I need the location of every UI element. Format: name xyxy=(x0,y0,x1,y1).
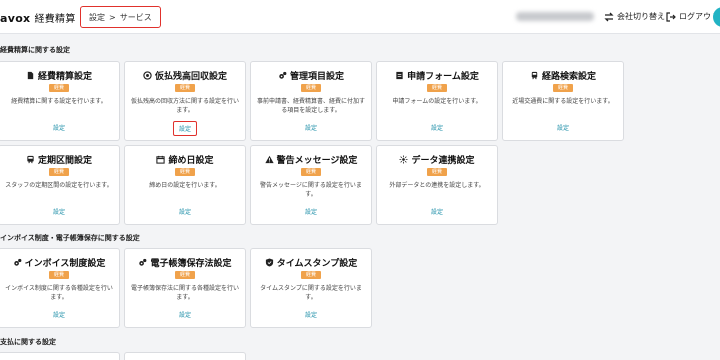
expense-badge: 経費 xyxy=(49,84,69,92)
breadcrumb-service: サービス xyxy=(119,12,152,22)
expense-badge: 経費 xyxy=(175,168,195,176)
settings-link[interactable]: 設定 xyxy=(53,207,65,216)
card-description: タイムスタンプに関する設定を行います。 xyxy=(260,285,362,301)
card-description: インボイス制度に関する各種設定を行います。 xyxy=(5,285,113,301)
settings-link[interactable]: 設定 xyxy=(431,123,443,132)
breadcrumb: 設定 > サービス xyxy=(80,6,161,28)
card-title: 管理項目設定 xyxy=(289,72,344,82)
card-advance-balance-settings: 仮払残高回収設定 経費 仮払残高の回収方法に関する設定を行います。 設定 xyxy=(124,61,246,141)
coin-icon xyxy=(143,71,152,80)
card-title: データ連携設定 xyxy=(411,156,475,166)
card-invoice-settings: インボイス制度設定 経費 インボイス制度に関する各種設定を行います。 設定 xyxy=(0,248,120,328)
app-logo[interactable]: avox 経費精算 xyxy=(0,10,76,25)
card-partial xyxy=(0,352,120,360)
card-data-integration-settings: データ連携設定 経費 外部データとの連携を設定します。 設定 xyxy=(376,145,498,225)
settings-link[interactable]: 設定 xyxy=(305,310,317,319)
card-description: 申請フォームの設定を行います。 xyxy=(392,98,482,105)
logout-button[interactable]: ログアウト xyxy=(666,11,719,22)
shield-icon xyxy=(265,258,273,267)
settings-link[interactable]: 設定 xyxy=(53,123,65,132)
pass-icon xyxy=(27,155,34,164)
card-title: 定期区間設定 xyxy=(37,156,92,166)
card-description: 締め日の設定を行います。 xyxy=(149,182,221,189)
card-title: 経路検索設定 xyxy=(541,72,596,82)
expense-badge: 経費 xyxy=(301,168,321,176)
section-title-invoice: インボイス制度・電子帳簿保存に関する設定 xyxy=(0,234,140,242)
card-partial xyxy=(124,352,246,360)
logo-text: avox xyxy=(0,12,31,25)
card-title: インボイス制度設定 xyxy=(24,259,106,269)
settings-link[interactable]: 設定 xyxy=(179,207,191,216)
top-bar: avox 経費精算 設定 > サービス 会社切り替え ログアウト xyxy=(0,0,720,34)
card-management-item-settings: 管理項目設定 経費 事前申請書、経費精算書、経費に付加する項目を設定します。 設… xyxy=(250,61,372,141)
train-icon xyxy=(531,71,538,80)
card-title: タイムスタンプ設定 xyxy=(276,259,358,269)
gears-icon xyxy=(13,258,21,266)
settings-link[interactable]: 設定 xyxy=(431,207,443,216)
gears-icon xyxy=(279,71,287,79)
expense-badge: 経費 xyxy=(49,271,69,279)
settings-link[interactable]: 設定 xyxy=(172,121,198,136)
card-description: 経費精算に関する設定を行います。 xyxy=(11,98,107,105)
settings-link[interactable]: 設定 xyxy=(305,207,317,216)
user-info-blurred xyxy=(516,12,594,21)
avatar[interactable] xyxy=(713,7,720,27)
card-closing-date-settings: 締め日設定 経費 締め日の設定を行います。 設定 xyxy=(124,145,246,225)
card-description: 外部データとの連携を設定します。 xyxy=(389,182,485,189)
card-description: スタッフの定期区間の設定を行います。 xyxy=(5,182,113,189)
switch-company-button[interactable]: 会社切り替え xyxy=(604,11,665,22)
expense-badge: 経費 xyxy=(427,168,447,176)
card-title: 警告メッセージ設定 xyxy=(276,156,358,166)
card-description: 事前申請書、経費精算書、経費に付加する項目を設定します。 xyxy=(256,98,365,114)
breadcrumb-separator: > xyxy=(109,12,116,22)
sync-icon xyxy=(399,155,409,164)
calendar-icon xyxy=(156,155,166,164)
expense-badge: 経費 xyxy=(553,84,573,92)
card-description: 電子帳簿保存法に関する各種設定を行います。 xyxy=(130,285,239,301)
card-title: 経費精算設定 xyxy=(37,72,92,82)
document-icon xyxy=(27,71,34,80)
card-route-search-settings: 経路検索設定 経費 近場交通費に関する設定を行います。 設定 xyxy=(502,61,624,141)
expense-badge: 経費 xyxy=(49,168,69,176)
switch-icon xyxy=(604,12,614,21)
expense-badge: 経費 xyxy=(175,271,195,279)
card-description: 警告メッセージに関する設定を行います。 xyxy=(260,182,362,198)
expense-badge: 経費 xyxy=(301,84,321,92)
logo-subtitle: 経費精算 xyxy=(34,14,76,25)
switch-company-label: 会社切り替え xyxy=(617,12,665,21)
breadcrumb-settings[interactable]: 設定 xyxy=(89,12,105,23)
card-application-form-settings: 申請フォーム設定 経費 申請フォームの設定を行います。 設定 xyxy=(376,61,498,141)
form-icon xyxy=(396,71,403,80)
settings-link[interactable]: 設定 xyxy=(53,310,65,319)
card-warning-message-settings: 警告メッセージ設定 経費 警告メッセージに関する設定を行います。 設定 xyxy=(250,145,372,225)
card-description: 仮払残高の回収方法に関する設定を行います。 xyxy=(130,98,239,114)
expense-badge: 経費 xyxy=(427,84,447,92)
card-title: 申請フォーム設定 xyxy=(407,72,479,82)
card-description: 近場交通費に関する設定を行います。 xyxy=(512,98,614,105)
card-title: 電子帳簿保存法設定 xyxy=(150,259,232,269)
settings-link[interactable]: 設定 xyxy=(305,123,317,132)
card-timestamp-settings: タイムスタンプ設定 経費 タイムスタンプに関する設定を行います。 設定 xyxy=(250,248,372,328)
expense-badge: 経費 xyxy=(301,271,321,279)
section-title-payment: 支払に関する設定 xyxy=(0,338,56,346)
section-title-expense: 経費精算に関する設定 xyxy=(0,46,70,54)
gears-icon xyxy=(139,258,147,266)
expense-badge: 経費 xyxy=(175,84,195,92)
card-commuter-pass-settings: 定期区間設定 経費 スタッフの定期区間の設定を行います。 設定 xyxy=(0,145,120,225)
settings-link[interactable]: 設定 xyxy=(557,123,569,132)
warning-icon xyxy=(264,155,274,164)
card-expense-settings: 経費精算設定 経費 経費精算に関する設定を行います。 設定 xyxy=(0,61,120,141)
settings-link[interactable]: 設定 xyxy=(179,310,191,319)
card-title: 仮払残高回収設定 xyxy=(154,72,227,82)
logout-icon xyxy=(666,11,676,22)
card-e-book-retention-settings: 電子帳簿保存法設定 経費 電子帳簿保存法に関する各種設定を行います。 設定 xyxy=(124,248,246,328)
card-title: 締め日設定 xyxy=(168,156,214,166)
